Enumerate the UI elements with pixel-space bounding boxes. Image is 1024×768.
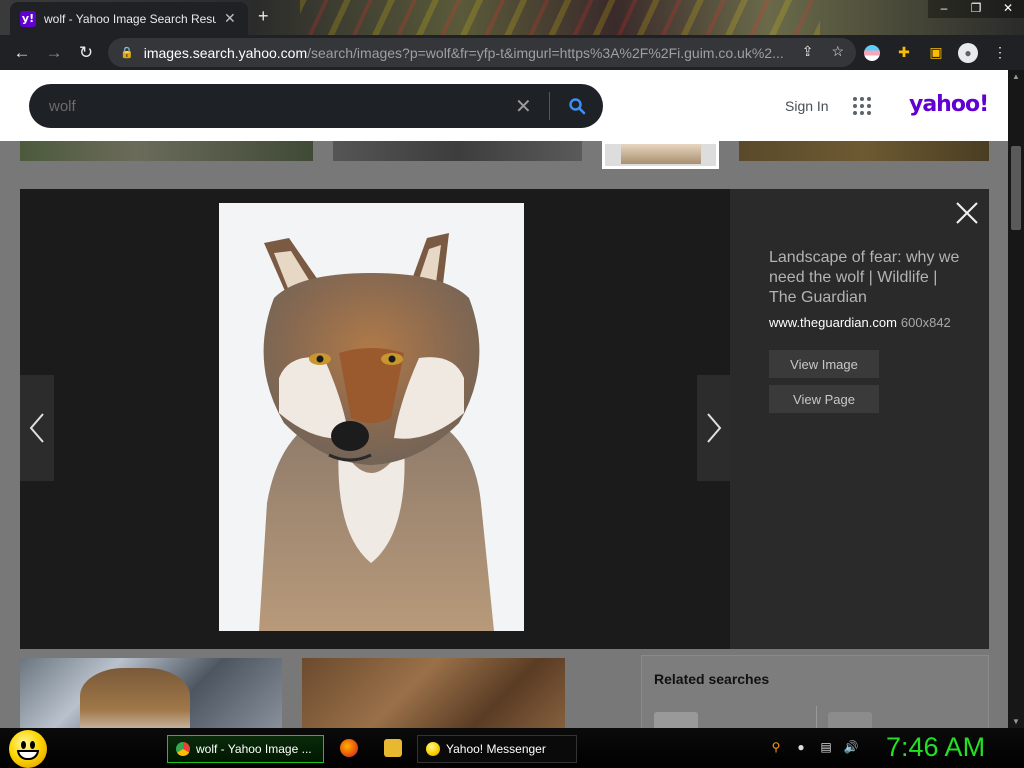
image-source-line: www.theguardian.com 600x842 [769, 315, 951, 330]
chrome-icon [176, 742, 190, 756]
related-searches-heading: Related searches [654, 671, 770, 687]
browser-tab-active[interactable]: y! wolf - Yahoo Image Search Results ✕ [10, 2, 248, 35]
extension-area: ✚ ▣ ● ⋮ [862, 35, 1010, 70]
apps-grid-icon[interactable] [853, 97, 871, 115]
search-button[interactable] [563, 93, 591, 119]
bookmark-star-icon[interactable]: ☆ [831, 43, 844, 60]
lock-icon[interactable]: 🔒 [120, 46, 134, 59]
close-viewer-icon[interactable] [954, 200, 980, 226]
wolf-image-drawing [219, 203, 524, 631]
url-host: images.search.yahoo.com [143, 44, 308, 61]
profile-avatar-icon[interactable]: ● [958, 42, 978, 63]
viewer-stage [20, 189, 731, 649]
browser-toolbar: ← → ↻ 🔒 images.search.yahoo.com /search/… [0, 35, 1024, 70]
back-arrow-icon[interactable]: ← [6, 37, 38, 69]
window-close-icon[interactable]: ✕ [992, 0, 1024, 18]
taskbar: wolf - Yahoo Image ... Yahoo! Messenger … [0, 728, 1024, 768]
clear-search-icon[interactable]: ✕ [515, 94, 532, 119]
result-thumbnail[interactable] [333, 141, 582, 161]
taskbar-clock[interactable]: 7:46 AM [886, 732, 985, 763]
folder-icon[interactable] [384, 739, 402, 757]
view-page-button[interactable]: View Page [769, 385, 879, 413]
side-panel-icon[interactable]: ▣ [926, 43, 946, 63]
minimize-icon[interactable]: – [928, 0, 960, 18]
image-viewer: Landscape of fear: why we need the wolf … [20, 189, 989, 649]
result-thumbnail[interactable] [739, 141, 989, 161]
previous-image-button[interactable] [20, 375, 54, 481]
result-thumbnail-selected[interactable] [602, 141, 719, 169]
chevron-right-icon [707, 413, 722, 443]
forward-arrow-icon[interactable]: → [38, 37, 70, 69]
search-box: ✕ [29, 84, 603, 128]
reload-icon[interactable]: ↻ [70, 37, 102, 69]
search-divider [549, 92, 550, 120]
desktop-screen: y! wolf - Yahoo Image Search Results ✕ +… [0, 0, 1024, 768]
start-smiley-icon[interactable] [9, 730, 47, 768]
search-input[interactable] [49, 94, 509, 118]
image-dimensions: 600x842 [900, 315, 951, 330]
extension-ball-icon[interactable] [862, 43, 882, 63]
url-path: /search/images?p=wolf&fr=yfp-t&imgurl=ht… [307, 44, 784, 61]
volume-icon[interactable]: 🔊 [843, 739, 859, 755]
scroll-up-icon[interactable]: ▲ [1012, 72, 1020, 81]
scroll-down-icon[interactable]: ▼ [1012, 717, 1020, 726]
taskbar-item-browser[interactable]: wolf - Yahoo Image ... [167, 735, 324, 763]
browser-menu-icon[interactable]: ⋮ [990, 43, 1010, 63]
messenger-smiley-icon [426, 742, 440, 756]
share-icon[interactable]: ⇪ [802, 43, 814, 60]
yahoo-header: ✕ Sign In yahoo! [0, 70, 1008, 141]
taskbar-item-label: wolf - Yahoo Image ... [196, 742, 312, 756]
web-page: ✕ Sign In yahoo! [0, 70, 1008, 728]
search-icon [569, 98, 586, 115]
new-tab-icon[interactable]: + [258, 6, 269, 27]
result-thumbnail[interactable] [20, 658, 282, 728]
scroll-thumb[interactable] [1011, 146, 1021, 230]
wallpaper-strip-decoration [300, 0, 820, 35]
tab-close-icon[interactable]: ✕ [224, 10, 236, 27]
tab-title: wolf - Yahoo Image Search Results [44, 11, 216, 26]
wolf-photo[interactable] [219, 203, 524, 631]
taskbar-item-messenger[interactable]: Yahoo! Messenger [417, 735, 577, 763]
browser-tab-strip: y! wolf - Yahoo Image Search Results ✕ +… [0, 0, 1024, 35]
address-bar[interactable]: 🔒 images.search.yahoo.com /search/images… [108, 38, 856, 67]
related-divider [816, 706, 817, 728]
firefox-icon[interactable] [340, 739, 358, 757]
view-image-button[interactable]: View Image [769, 350, 879, 378]
taskbar-item-label: Yahoo! Messenger [446, 742, 546, 756]
related-searches-panel: Related searches [641, 655, 989, 728]
page-scrollbar[interactable]: ▲ ▼ [1008, 70, 1024, 728]
related-search-thumbnail[interactable] [654, 712, 698, 728]
extensions-puzzle-icon[interactable]: ✚ [894, 43, 914, 63]
status-tray-icon[interactable]: ● [793, 739, 809, 755]
yahoo-logo[interactable]: yahoo! [909, 92, 989, 117]
source-domain[interactable]: www.theguardian.com [769, 315, 897, 330]
yahoo-favicon-icon: y! [20, 10, 36, 27]
related-search-thumbnail[interactable] [828, 712, 872, 728]
image-info-panel: Landscape of fear: why we need the wolf … [730, 189, 989, 649]
chevron-left-icon [29, 413, 44, 443]
restore-icon[interactable]: ❐ [960, 0, 992, 18]
window-controls: – ❐ ✕ [928, 0, 1024, 18]
network-tray-icon[interactable]: ▤ [818, 739, 834, 755]
result-thumbnail[interactable] [20, 141, 313, 161]
search-tray-icon[interactable]: ⚲ [768, 739, 784, 755]
result-thumbnail[interactable] [302, 658, 565, 728]
image-title[interactable]: Landscape of fear: why we need the wolf … [769, 248, 969, 308]
next-image-button[interactable] [697, 375, 731, 481]
sign-in-link[interactable]: Sign In [785, 98, 829, 114]
system-tray: ⚲ ● ▤ 🔊 [768, 739, 859, 755]
